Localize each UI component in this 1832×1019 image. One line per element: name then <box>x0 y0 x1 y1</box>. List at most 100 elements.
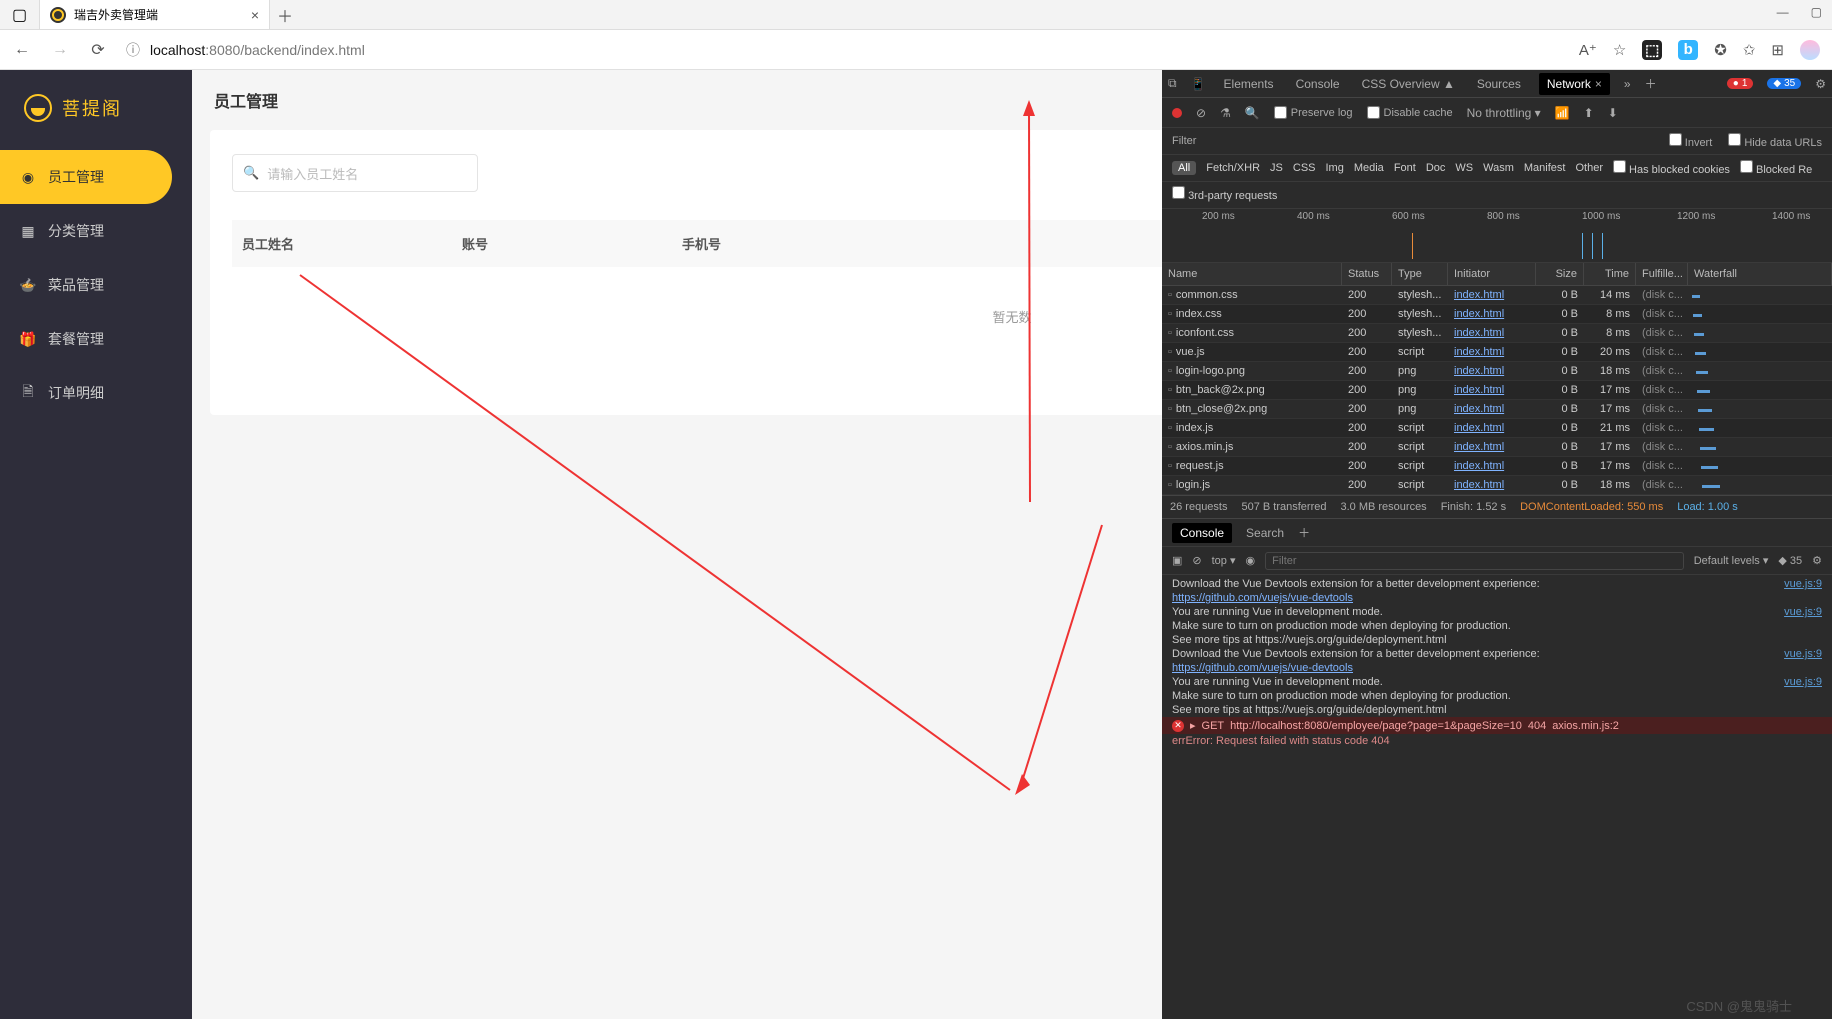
network-row[interactable]: ▫ request.js200scriptindex.html0 B17 ms(… <box>1162 457 1832 476</box>
type-wasm[interactable]: Wasm <box>1483 162 1514 174</box>
maximize-icon[interactable]: ▢ <box>1811 5 1822 19</box>
network-row[interactable]: ▫ login-logo.png200pngindex.html0 B18 ms… <box>1162 362 1832 381</box>
download-icon[interactable]: ⬇ <box>1608 106 1618 120</box>
request-type-filter: All Fetch/XHR JS CSS Img Media Font Doc … <box>1162 155 1832 182</box>
close-icon[interactable]: × <box>1595 77 1602 91</box>
console-output: Download the Vue Devtools extension for … <box>1162 575 1832 1019</box>
profile-icon[interactable] <box>1800 40 1820 60</box>
favorites-bar-icon[interactable]: ✩ <box>1743 41 1756 59</box>
console-filter-input[interactable] <box>1265 552 1684 570</box>
type-manifest[interactable]: Manifest <box>1524 162 1566 174</box>
search-net-icon[interactable]: 🔍 <box>1245 106 1260 120</box>
sidebar-item-category[interactable]: ▦ 分类管理 <box>0 204 192 258</box>
sidebar-item-label: 套餐管理 <box>48 329 104 349</box>
console-error[interactable]: ✕ ▸ GET http://localhost:8080/employee/p… <box>1162 717 1832 734</box>
ext-2-icon[interactable]: b <box>1678 40 1698 60</box>
tab-elements[interactable]: Elements <box>1220 73 1278 95</box>
url-text: localhost:8080/backend/index.html <box>150 42 365 58</box>
type-doc[interactable]: Doc <box>1426 162 1446 174</box>
network-row[interactable]: ▫ login.js200scriptindex.html0 B18 ms(di… <box>1162 476 1832 495</box>
preserve-log-checkbox[interactable]: Preserve log <box>1274 106 1353 119</box>
console-tab[interactable]: Console <box>1172 523 1232 543</box>
type-other[interactable]: Other <box>1575 162 1603 174</box>
read-aloud-icon[interactable]: A⁺ <box>1579 41 1597 59</box>
record-icon[interactable] <box>1172 108 1182 118</box>
tab-network[interactable]: Network× <box>1539 73 1610 95</box>
sidebar-item-dish[interactable]: 🍲 菜品管理 <box>0 258 192 312</box>
tab-sources[interactable]: Sources <box>1473 73 1525 95</box>
network-row[interactable]: ▫ index.css200stylesh...index.html0 B8 m… <box>1162 305 1832 324</box>
browser-tab[interactable]: 瑞吉外卖管理端 × <box>40 0 270 29</box>
type-js[interactable]: JS <box>1270 162 1283 174</box>
network-filter-row: Filter Invert Hide data URLs <box>1162 128 1832 155</box>
inspect-icon[interactable]: ⧉ <box>1168 76 1177 91</box>
console-sidebar-icon[interactable]: ▣ <box>1172 554 1182 567</box>
context-select[interactable]: top ▾ <box>1212 554 1236 567</box>
devtools-tabs: ⧉ 📱 Elements Console CSS Overview ▲ Sour… <box>1162 70 1832 98</box>
tab-spacer-icon[interactable]: ▢ <box>0 0 40 29</box>
tab-console[interactable]: Console <box>1292 73 1344 95</box>
back-icon[interactable]: ← <box>12 41 32 59</box>
network-row[interactable]: ▫ iconfont.css200stylesh...index.html0 B… <box>1162 324 1832 343</box>
issues-badge[interactable]: ◆ 35 <box>1767 78 1801 89</box>
type-all[interactable]: All <box>1172 161 1196 175</box>
settings-icon[interactable]: ⚙ <box>1815 77 1826 91</box>
type-media[interactable]: Media <box>1354 162 1384 174</box>
refresh-icon[interactable]: ⟳ <box>88 40 108 60</box>
type-img[interactable]: Img <box>1326 162 1344 174</box>
more-tabs-icon[interactable]: » <box>1624 77 1631 91</box>
invert-checkbox[interactable]: Invert <box>1669 133 1713 149</box>
sidebar-item-label: 菜品管理 <box>48 275 104 295</box>
console-settings-icon[interactable]: ⚙ <box>1812 554 1822 567</box>
disable-cache-checkbox[interactable]: Disable cache <box>1367 106 1453 119</box>
network-timeline[interactable]: 200 ms400 ms600 ms800 ms1000 ms1200 ms14… <box>1162 209 1832 263</box>
site-info-icon[interactable]: ⓘ <box>126 40 140 60</box>
minimize-icon[interactable]: — <box>1777 5 1789 19</box>
console-clear-icon[interactable]: ⊘ <box>1192 554 1201 567</box>
wifi-icon[interactable]: 📶 <box>1555 106 1570 120</box>
search-icon: 🔍 <box>243 165 259 181</box>
network-row[interactable]: ▫ btn_back@2x.png200pngindex.html0 B17 m… <box>1162 381 1832 400</box>
tab-cssoverview[interactable]: CSS Overview ▲ <box>1358 73 1459 95</box>
network-row[interactable]: ▫ btn_close@2x.png200pngindex.html0 B17 … <box>1162 400 1832 419</box>
upload-icon[interactable]: ⬆ <box>1584 106 1594 120</box>
add-drawer-icon[interactable]: ＋ <box>1298 524 1310 541</box>
url-box[interactable]: ⓘ localhost:8080/backend/index.html <box>126 40 1561 60</box>
type-font[interactable]: Font <box>1394 162 1416 174</box>
search-tab[interactable]: Search <box>1246 526 1284 540</box>
throttling-select[interactable]: No throttling ▾ <box>1467 106 1541 120</box>
network-row[interactable]: ▫ index.js200scriptindex.html0 B21 ms(di… <box>1162 419 1832 438</box>
ext-1-icon[interactable]: ⬚ <box>1642 40 1662 60</box>
search-input[interactable]: 🔍 请输入员工姓名 <box>232 154 478 192</box>
type-css[interactable]: CSS <box>1293 162 1316 174</box>
levels-select[interactable]: Default levels ▾ <box>1694 554 1769 567</box>
device-icon[interactable]: 📱 <box>1191 77 1206 91</box>
sidebar-item-order[interactable]: 🗎 订单明细 <box>0 366 192 420</box>
new-tab-button[interactable]: ＋ <box>270 0 300 29</box>
error-badge[interactable]: ● 1 <box>1727 78 1754 89</box>
console-issues-badge[interactable]: ◆ 35 <box>1778 554 1802 567</box>
favorite-icon[interactable]: ☆ <box>1613 41 1626 59</box>
extensions-icon[interactable]: ✪ <box>1714 41 1727 59</box>
hide-urls-checkbox[interactable]: Hide data URLs <box>1728 133 1822 149</box>
type-fetch[interactable]: Fetch/XHR <box>1206 162 1260 174</box>
type-ws[interactable]: WS <box>1455 162 1473 174</box>
blocked-cookies-checkbox[interactable]: Has blocked cookies <box>1613 160 1730 176</box>
brand: 菩提阁 <box>0 94 192 150</box>
sidebar-item-label: 员工管理 <box>48 167 104 187</box>
clear-icon[interactable]: ⊘ <box>1196 106 1206 120</box>
network-row[interactable]: ▫ axios.min.js200scriptindex.html0 B17 m… <box>1162 438 1832 457</box>
sidebar-item-setmeal[interactable]: 🎁 套餐管理 <box>0 312 192 366</box>
network-row[interactable]: ▫ vue.js200scriptindex.html0 B20 ms(disk… <box>1162 343 1832 362</box>
filter-toggle-icon[interactable]: ⚗ <box>1220 106 1231 120</box>
third-party-checkbox[interactable]: 3rd-party requests <box>1172 190 1277 202</box>
live-expression-icon[interactable]: ◉ <box>1246 554 1256 567</box>
search-placeholder: 请输入员工姓名 <box>267 164 358 183</box>
add-tab-icon[interactable]: ＋ <box>1645 75 1657 92</box>
sidebar-item-employee[interactable]: ◉ 员工管理 <box>0 150 172 204</box>
network-row[interactable]: ▫ common.css200stylesh...index.html0 B14… <box>1162 286 1832 305</box>
filter-label: Filter <box>1172 135 1196 147</box>
blocked-requests-checkbox[interactable]: Blocked Re <box>1740 160 1812 176</box>
collections-icon[interactable]: ⊞ <box>1771 41 1784 59</box>
close-tab-icon[interactable]: × <box>251 7 259 23</box>
